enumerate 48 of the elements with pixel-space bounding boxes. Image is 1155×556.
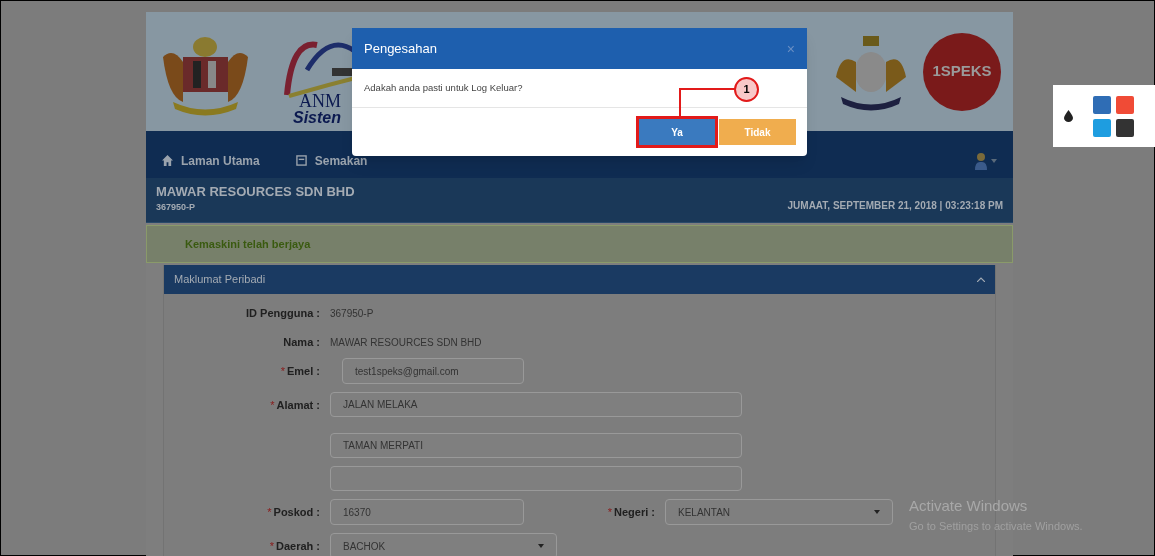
- caret-icon[interactable]: [991, 158, 997, 163]
- required-mark: *: [267, 504, 272, 520]
- color-swatch[interactable]: [1116, 118, 1134, 137]
- dropdown-caret-icon: [538, 544, 544, 548]
- panel-title: Maklumat Peribadi: [174, 272, 266, 288]
- logo-text: ANM: [299, 89, 341, 111]
- field-label: Poskod :: [273, 504, 320, 520]
- color-swatch[interactable]: [1116, 95, 1134, 114]
- required-mark: *: [269, 538, 274, 554]
- input-field[interactable]: TAMAN MERPATI: [330, 433, 742, 458]
- input-field[interactable]: JALAN MELAKA: [330, 392, 742, 417]
- field-label: Emel :: [287, 363, 320, 379]
- color-swatch[interactable]: [1093, 118, 1111, 137]
- dialog-button[interactable]: Tidak: [719, 119, 796, 145]
- field-label: Nama :: [283, 334, 320, 350]
- company-id: 367950-P: [156, 200, 197, 214]
- book-icon: [295, 155, 307, 166]
- required-mark: *: [280, 363, 285, 379]
- nav-link[interactable]: Laman Utama: [162, 151, 260, 170]
- field-label: Alamat :: [276, 397, 320, 413]
- field-value: MAWAR RESOURCES SDN BHD: [330, 335, 482, 350]
- color-swatch[interactable]: [1093, 95, 1111, 114]
- input-field[interactable]: test1speks@gmail.com: [342, 358, 524, 384]
- required-mark: *: [607, 504, 613, 520]
- dialog-button[interactable]: Ya: [639, 119, 715, 145]
- field-label: ID Pengguna :: [246, 305, 320, 321]
- field-value: 367950-P: [330, 306, 374, 321]
- select-field[interactable]: BACHOK: [330, 533, 557, 556]
- company-name: MAWAR RESOURCES SDN BHD: [156, 184, 355, 198]
- select-field[interactable]: KELANTAN: [665, 499, 893, 525]
- dropdown-caret-icon: [874, 510, 880, 514]
- home-icon: [162, 155, 173, 166]
- nav-link[interactable]: Semakan: [295, 151, 368, 170]
- user-avatar-icon[interactable]: [975, 151, 987, 170]
- success-alert: Kemaskini telah berjaya: [146, 225, 1013, 263]
- collapse-caret-icon[interactable]: [977, 277, 985, 282]
- leader-line: [679, 88, 735, 118]
- required-mark: *: [270, 397, 275, 413]
- input-field[interactable]: 16370: [330, 499, 524, 525]
- field-label: Negeri :: [614, 504, 655, 520]
- close-button[interactable]: ×: [786, 41, 795, 56]
- speks-logo: 1SPEKS: [923, 32, 1001, 111]
- input-field[interactable]: [330, 466, 742, 491]
- drop-icon[interactable]: [1064, 110, 1073, 122]
- date-time: JUMAAT, SEPTEMBER 21, 2018 | 03:23:18 PM: [787, 199, 1003, 213]
- logo-text: Sisten: [293, 109, 341, 126]
- field-label: Daerah :: [275, 538, 320, 554]
- dialog-title: Pengesahan: [364, 39, 437, 58]
